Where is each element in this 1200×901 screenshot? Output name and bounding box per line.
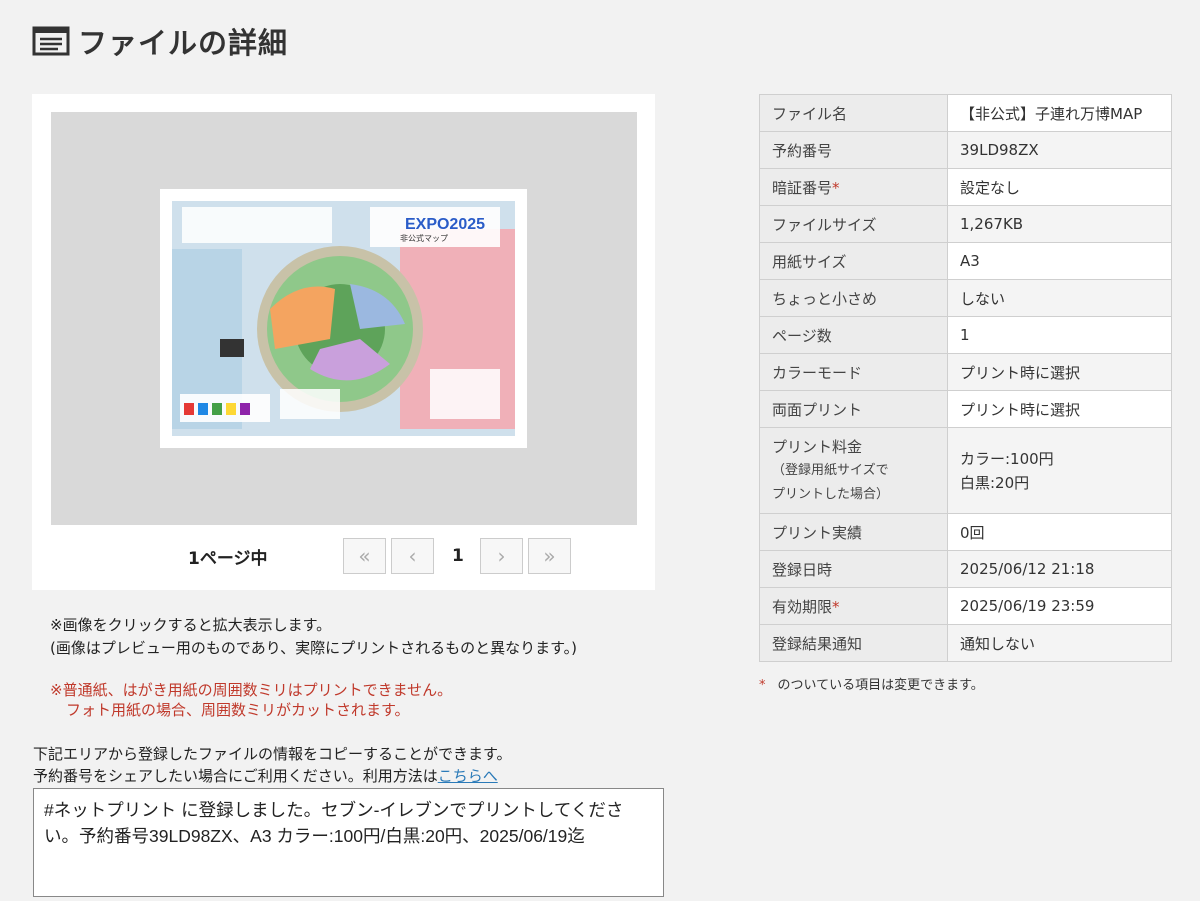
chevron-left-icon: ‹ bbox=[408, 544, 417, 568]
table-row: 暗証番号* 設定なし bbox=[759, 168, 1172, 206]
editable-star: * bbox=[832, 178, 840, 197]
share-text-area[interactable]: #ネットプリント に登録しました。セブン-イレブンでプリントしてください。予約番… bbox=[33, 788, 664, 897]
table-row: プリント料金 （登録用紙サイズで プリントした場合） カラー:100円 白黒:2… bbox=[759, 427, 1172, 514]
reservation-no-value: 39LD98ZX bbox=[947, 131, 1172, 169]
expiry-label-cell: 有効期限* bbox=[759, 587, 948, 625]
pin-label-cell: 暗証番号* bbox=[759, 168, 948, 206]
pages-value: 1 bbox=[947, 316, 1172, 354]
share-intro-2-row: 予約番号をシェアしたい場合にご利用ください。利用方法はこちらへ bbox=[33, 766, 498, 787]
page-count-label: 1ページ中 bbox=[188, 549, 268, 569]
last-page-button[interactable]: » bbox=[528, 538, 571, 574]
file-details-table: ファイル名 【非公式】子連れ万博MAP 予約番号 39LD98ZX 暗証番号* … bbox=[759, 94, 1172, 662]
current-page-number: 1 bbox=[452, 546, 464, 566]
table-row: ファイル名 【非公式】子連れ万博MAP bbox=[759, 94, 1172, 132]
double-chevron-left-icon: « bbox=[358, 544, 371, 568]
table-row: 登録日時 2025/06/12 21:18 bbox=[759, 550, 1172, 588]
slightly-small-label: ちょっと小さめ bbox=[759, 279, 948, 317]
duplex-value: プリント時に選択 bbox=[947, 390, 1172, 428]
price-sub-1: （登録用紙サイズで bbox=[772, 462, 889, 478]
share-intro-2: 予約番号をシェアしたい場合にご利用ください。利用方法は bbox=[33, 767, 438, 785]
expiry-value: 2025/06/19 23:59 bbox=[947, 587, 1172, 625]
expiry-label: 有効期限 bbox=[772, 597, 833, 616]
share-intro-1: 下記エリアから登録したファイルの情報をコピーすることができます。 bbox=[33, 745, 512, 763]
pages-label: ページ数 bbox=[759, 316, 948, 354]
table-row: 用紙サイズ A3 bbox=[759, 242, 1172, 280]
legend-text: のついている項目は変更できます。 bbox=[777, 678, 984, 693]
table-row: ちょっと小さめ しない bbox=[759, 279, 1172, 317]
paper-size-label: 用紙サイズ bbox=[759, 242, 948, 280]
notify-label: 登録結果通知 bbox=[759, 624, 948, 662]
table-row: 有効期限* 2025/06/19 23:59 bbox=[759, 587, 1172, 625]
editable-star: * bbox=[832, 597, 840, 616]
click-enlarge-note: ※画像をクリックすると拡大表示します。 bbox=[50, 616, 332, 634]
price-color: カラー:100円 bbox=[960, 449, 1054, 468]
preview-thumbnail[interactable]: EXPO2025 非公式マップ bbox=[160, 189, 527, 448]
margin-warning-1: ※普通紙、はがき用紙の周囲数ミリはプリントできません。 bbox=[50, 681, 453, 699]
page-title-text: ファイルの詳細 bbox=[78, 26, 289, 60]
double-chevron-right-icon: » bbox=[543, 544, 556, 568]
print-count-label: プリント実績 bbox=[759, 513, 948, 551]
price-label-cell: プリント料金 （登録用紙サイズで プリントした場合） bbox=[759, 427, 948, 514]
thumb-subtitle: 非公式マップ bbox=[400, 233, 448, 243]
preview-area: EXPO2025 非公式マップ bbox=[51, 112, 637, 525]
table-row: カラーモード プリント時に選択 bbox=[759, 353, 1172, 391]
pin-label: 暗証番号 bbox=[772, 178, 833, 197]
file-size-label: ファイルサイズ bbox=[759, 205, 948, 243]
next-page-button[interactable]: › bbox=[480, 538, 523, 574]
price-label: プリント料金 bbox=[772, 437, 863, 456]
file-name-value: 【非公式】子連れ万博MAP bbox=[947, 94, 1172, 132]
thumb-title: EXPO2025 bbox=[405, 216, 485, 233]
table-row: ファイルサイズ 1,267KB bbox=[759, 205, 1172, 243]
preview-differs-note: (画像はプレビュー用のものであり、実際にプリントされるものと異なります。) bbox=[50, 639, 577, 657]
color-mode-label: カラーモード bbox=[759, 353, 948, 391]
page-title: ファイルの詳細 bbox=[32, 20, 288, 62]
editable-legend: * のついている項目は変更できます。 bbox=[759, 674, 984, 693]
table-row: プリント実績 0回 bbox=[759, 513, 1172, 551]
preview-panel: EXPO2025 非公式マップ 1ページ中 « ‹ 1 › » bbox=[32, 94, 655, 590]
usage-link[interactable]: こちらへ bbox=[438, 767, 498, 785]
registered-value: 2025/06/12 21:18 bbox=[947, 550, 1172, 588]
margin-warning-2: フォト用紙の場合、周囲数ミリがカットされます。 bbox=[66, 701, 410, 719]
table-row: 登録結果通知 通知しない bbox=[759, 624, 1172, 662]
paper-size-value: A3 bbox=[947, 242, 1172, 280]
registered-label: 登録日時 bbox=[759, 550, 948, 588]
price-mono: 白黒:20円 bbox=[960, 473, 1030, 492]
slightly-small-value: しない bbox=[947, 279, 1172, 317]
chevron-right-icon: › bbox=[497, 544, 506, 568]
table-row: ページ数 1 bbox=[759, 316, 1172, 354]
duplex-label: 両面プリント bbox=[759, 390, 948, 428]
price-value-cell: カラー:100円 白黒:20円 bbox=[947, 427, 1172, 514]
first-page-button[interactable]: « bbox=[343, 538, 386, 574]
document-list-icon bbox=[32, 26, 70, 56]
table-row: 予約番号 39LD98ZX bbox=[759, 131, 1172, 169]
color-mode-value: プリント時に選択 bbox=[947, 353, 1172, 391]
map-thumbnail-image: EXPO2025 非公式マップ bbox=[160, 189, 527, 448]
notify-value: 通知しない bbox=[947, 624, 1172, 662]
price-sub-2: プリントした場合） bbox=[772, 486, 890, 502]
legend-star: * bbox=[759, 678, 766, 693]
prev-page-button[interactable]: ‹ bbox=[391, 538, 434, 574]
file-size-value: 1,267KB bbox=[947, 205, 1172, 243]
pagination: 1ページ中 « ‹ 1 › » bbox=[32, 532, 655, 582]
reservation-no-label: 予約番号 bbox=[759, 131, 948, 169]
table-row: 両面プリント プリント時に選択 bbox=[759, 390, 1172, 428]
print-count-value: 0回 bbox=[947, 513, 1172, 551]
pin-value: 設定なし bbox=[947, 168, 1172, 206]
file-name-label: ファイル名 bbox=[759, 94, 948, 132]
